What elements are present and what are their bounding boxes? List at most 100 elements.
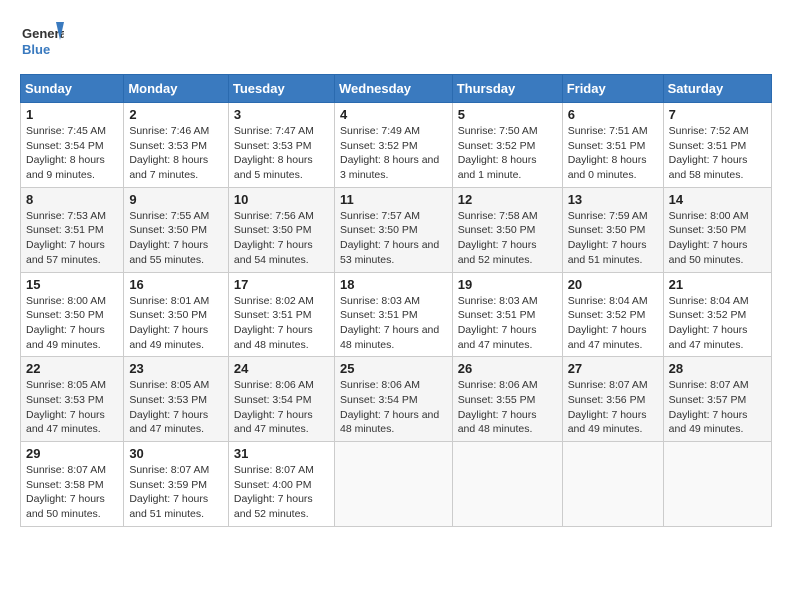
day-info: Sunrise: 8:04 AMSunset: 3:52 PMDaylight:…: [568, 295, 648, 351]
day-info: Sunrise: 7:45 AMSunset: 3:54 PMDaylight:…: [26, 125, 106, 181]
day-number: 18: [340, 277, 447, 292]
day-info: Sunrise: 8:06 AMSunset: 3:54 PMDaylight:…: [340, 379, 439, 435]
day-info: Sunrise: 8:03 AMSunset: 3:51 PMDaylight:…: [340, 295, 439, 351]
weekday-header: Sunday: [21, 75, 124, 103]
day-info: Sunrise: 8:01 AMSunset: 3:50 PMDaylight:…: [129, 295, 209, 351]
day-number: 11: [340, 192, 447, 207]
calendar-cell: 7 Sunrise: 7:52 AMSunset: 3:51 PMDayligh…: [663, 103, 771, 188]
calendar-week-row: 8 Sunrise: 7:53 AMSunset: 3:51 PMDayligh…: [21, 187, 772, 272]
day-info: Sunrise: 7:53 AMSunset: 3:51 PMDaylight:…: [26, 210, 106, 266]
calendar-week-row: 1 Sunrise: 7:45 AMSunset: 3:54 PMDayligh…: [21, 103, 772, 188]
day-number: 27: [568, 361, 658, 376]
day-number: 8: [26, 192, 118, 207]
day-info: Sunrise: 8:05 AMSunset: 3:53 PMDaylight:…: [129, 379, 209, 435]
day-number: 7: [669, 107, 766, 122]
day-number: 19: [458, 277, 557, 292]
calendar-cell: 30 Sunrise: 8:07 AMSunset: 3:59 PMDaylig…: [124, 442, 229, 527]
logo-icon: General Blue: [20, 20, 64, 64]
day-info: Sunrise: 7:49 AMSunset: 3:52 PMDaylight:…: [340, 125, 439, 181]
calendar-cell: 23 Sunrise: 8:05 AMSunset: 3:53 PMDaylig…: [124, 357, 229, 442]
day-number: 21: [669, 277, 766, 292]
day-info: Sunrise: 8:07 AMSunset: 3:58 PMDaylight:…: [26, 464, 106, 520]
day-info: Sunrise: 8:07 AMSunset: 4:00 PMDaylight:…: [234, 464, 314, 520]
calendar-cell: 29 Sunrise: 8:07 AMSunset: 3:58 PMDaylig…: [21, 442, 124, 527]
day-info: Sunrise: 7:58 AMSunset: 3:50 PMDaylight:…: [458, 210, 538, 266]
day-info: Sunrise: 7:51 AMSunset: 3:51 PMDaylight:…: [568, 125, 648, 181]
day-info: Sunrise: 7:50 AMSunset: 3:52 PMDaylight:…: [458, 125, 538, 181]
day-number: 31: [234, 446, 329, 461]
day-info: Sunrise: 8:02 AMSunset: 3:51 PMDaylight:…: [234, 295, 314, 351]
calendar-cell: 25 Sunrise: 8:06 AMSunset: 3:54 PMDaylig…: [334, 357, 452, 442]
day-number: 28: [669, 361, 766, 376]
calendar-cell: 10 Sunrise: 7:56 AMSunset: 3:50 PMDaylig…: [228, 187, 334, 272]
day-number: 2: [129, 107, 223, 122]
day-number: 25: [340, 361, 447, 376]
day-number: 20: [568, 277, 658, 292]
calendar-cell: 24 Sunrise: 8:06 AMSunset: 3:54 PMDaylig…: [228, 357, 334, 442]
day-info: Sunrise: 7:46 AMSunset: 3:53 PMDaylight:…: [129, 125, 209, 181]
calendar-cell: 13 Sunrise: 7:59 AMSunset: 3:50 PMDaylig…: [562, 187, 663, 272]
day-number: 16: [129, 277, 223, 292]
day-number: 12: [458, 192, 557, 207]
weekday-header: Thursday: [452, 75, 562, 103]
day-info: Sunrise: 8:05 AMSunset: 3:53 PMDaylight:…: [26, 379, 106, 435]
day-number: 5: [458, 107, 557, 122]
svg-text:Blue: Blue: [22, 42, 50, 57]
day-number: 23: [129, 361, 223, 376]
day-number: 30: [129, 446, 223, 461]
day-number: 10: [234, 192, 329, 207]
day-number: 4: [340, 107, 447, 122]
day-number: 6: [568, 107, 658, 122]
calendar-cell: 2 Sunrise: 7:46 AMSunset: 3:53 PMDayligh…: [124, 103, 229, 188]
day-number: 26: [458, 361, 557, 376]
day-number: 24: [234, 361, 329, 376]
calendar-cell: 8 Sunrise: 7:53 AMSunset: 3:51 PMDayligh…: [21, 187, 124, 272]
day-number: 22: [26, 361, 118, 376]
calendar-cell: 9 Sunrise: 7:55 AMSunset: 3:50 PMDayligh…: [124, 187, 229, 272]
calendar-cell: [452, 442, 562, 527]
calendar-cell: 16 Sunrise: 8:01 AMSunset: 3:50 PMDaylig…: [124, 272, 229, 357]
calendar-cell: 6 Sunrise: 7:51 AMSunset: 3:51 PMDayligh…: [562, 103, 663, 188]
calendar-cell: 20 Sunrise: 8:04 AMSunset: 3:52 PMDaylig…: [562, 272, 663, 357]
day-info: Sunrise: 8:06 AMSunset: 3:55 PMDaylight:…: [458, 379, 538, 435]
calendar-cell: 14 Sunrise: 8:00 AMSunset: 3:50 PMDaylig…: [663, 187, 771, 272]
calendar-week-row: 15 Sunrise: 8:00 AMSunset: 3:50 PMDaylig…: [21, 272, 772, 357]
weekday-header: Wednesday: [334, 75, 452, 103]
calendar-cell: [562, 442, 663, 527]
calendar-cell: 5 Sunrise: 7:50 AMSunset: 3:52 PMDayligh…: [452, 103, 562, 188]
weekday-header-row: SundayMondayTuesdayWednesdayThursdayFrid…: [21, 75, 772, 103]
calendar-cell: 17 Sunrise: 8:02 AMSunset: 3:51 PMDaylig…: [228, 272, 334, 357]
calendar-cell: 28 Sunrise: 8:07 AMSunset: 3:57 PMDaylig…: [663, 357, 771, 442]
calendar-cell: 3 Sunrise: 7:47 AMSunset: 3:53 PMDayligh…: [228, 103, 334, 188]
weekday-header: Saturday: [663, 75, 771, 103]
day-info: Sunrise: 8:00 AMSunset: 3:50 PMDaylight:…: [669, 210, 749, 266]
calendar-cell: 1 Sunrise: 7:45 AMSunset: 3:54 PMDayligh…: [21, 103, 124, 188]
calendar-table: SundayMondayTuesdayWednesdayThursdayFrid…: [20, 74, 772, 527]
day-info: Sunrise: 7:56 AMSunset: 3:50 PMDaylight:…: [234, 210, 314, 266]
day-info: Sunrise: 7:57 AMSunset: 3:50 PMDaylight:…: [340, 210, 439, 266]
day-info: Sunrise: 7:52 AMSunset: 3:51 PMDaylight:…: [669, 125, 749, 181]
day-info: Sunrise: 8:07 AMSunset: 3:59 PMDaylight:…: [129, 464, 209, 520]
calendar-cell: 27 Sunrise: 8:07 AMSunset: 3:56 PMDaylig…: [562, 357, 663, 442]
calendar-cell: 31 Sunrise: 8:07 AMSunset: 4:00 PMDaylig…: [228, 442, 334, 527]
header: General Blue: [20, 20, 772, 64]
calendar-week-row: 22 Sunrise: 8:05 AMSunset: 3:53 PMDaylig…: [21, 357, 772, 442]
calendar-cell: 22 Sunrise: 8:05 AMSunset: 3:53 PMDaylig…: [21, 357, 124, 442]
calendar-cell: 26 Sunrise: 8:06 AMSunset: 3:55 PMDaylig…: [452, 357, 562, 442]
day-info: Sunrise: 8:06 AMSunset: 3:54 PMDaylight:…: [234, 379, 314, 435]
day-info: Sunrise: 8:00 AMSunset: 3:50 PMDaylight:…: [26, 295, 106, 351]
calendar-cell: [334, 442, 452, 527]
calendar-cell: 12 Sunrise: 7:58 AMSunset: 3:50 PMDaylig…: [452, 187, 562, 272]
logo: General Blue: [20, 20, 64, 64]
calendar-cell: 4 Sunrise: 7:49 AMSunset: 3:52 PMDayligh…: [334, 103, 452, 188]
calendar-cell: 21 Sunrise: 8:04 AMSunset: 3:52 PMDaylig…: [663, 272, 771, 357]
day-number: 15: [26, 277, 118, 292]
day-number: 14: [669, 192, 766, 207]
calendar-cell: 19 Sunrise: 8:03 AMSunset: 3:51 PMDaylig…: [452, 272, 562, 357]
day-info: Sunrise: 7:55 AMSunset: 3:50 PMDaylight:…: [129, 210, 209, 266]
calendar-cell: 18 Sunrise: 8:03 AMSunset: 3:51 PMDaylig…: [334, 272, 452, 357]
day-number: 17: [234, 277, 329, 292]
day-info: Sunrise: 8:04 AMSunset: 3:52 PMDaylight:…: [669, 295, 749, 351]
calendar-cell: 11 Sunrise: 7:57 AMSunset: 3:50 PMDaylig…: [334, 187, 452, 272]
day-number: 1: [26, 107, 118, 122]
